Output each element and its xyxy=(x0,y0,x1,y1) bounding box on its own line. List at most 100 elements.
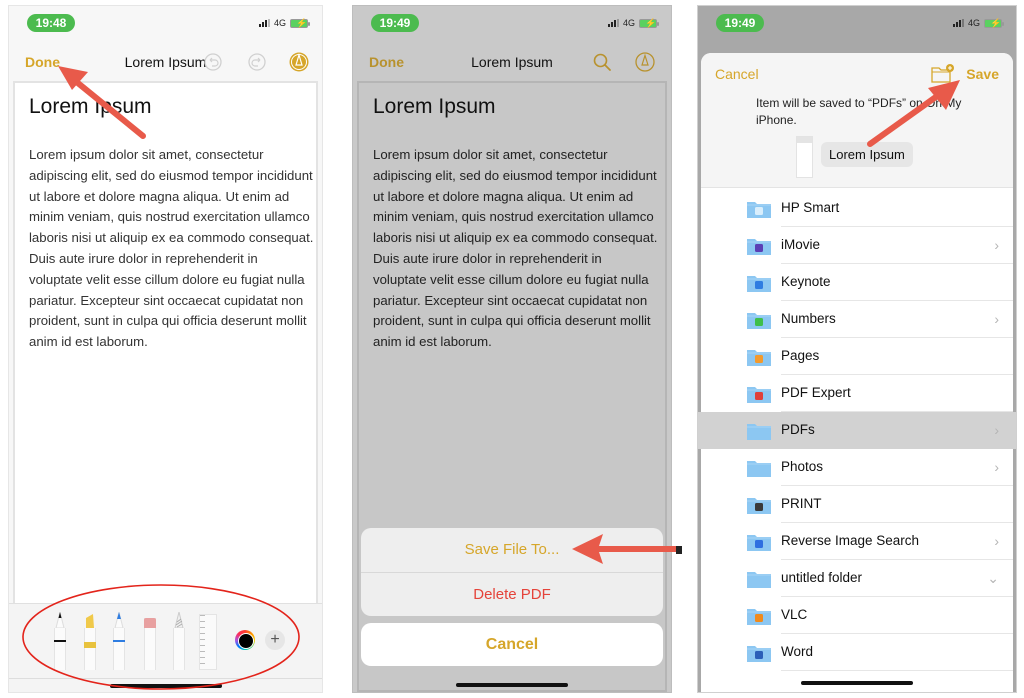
chevron-right-icon[interactable]: › xyxy=(994,459,999,475)
home-indicator xyxy=(801,681,913,685)
chevron-right-icon[interactable]: › xyxy=(994,311,999,327)
folder-name: untitled folder xyxy=(781,570,863,585)
folder-icon xyxy=(747,276,771,292)
chevron-right-icon[interactable]: › xyxy=(994,422,999,438)
page-title: Lorem Ipsum xyxy=(124,54,207,70)
folder-icon xyxy=(747,202,771,218)
document-heading: Lorem Ipsum xyxy=(29,95,152,118)
status-bar: 19:49 4G ⚡ xyxy=(353,14,671,34)
folder-icon xyxy=(747,572,771,588)
screen-save-to-files: 19:49 4G ⚡ Cancel Save Item will be save… xyxy=(697,5,1017,693)
folder-name: PDFs xyxy=(781,422,815,437)
status-time: 19:49 xyxy=(716,14,764,32)
chevron-right-icon[interactable]: › xyxy=(994,237,999,253)
folder-row[interactable]: PRINT xyxy=(701,486,1013,523)
save-header: Cancel Save Item will be saved to “PDFs”… xyxy=(701,53,1013,188)
add-tool-button[interactable]: + xyxy=(265,630,285,650)
save-button[interactable]: Save xyxy=(966,66,999,82)
search-icon[interactable] xyxy=(591,51,613,73)
save-destination-message: Item will be saved to “PDFs” on On My iP… xyxy=(756,96,962,127)
new-folder-icon[interactable] xyxy=(931,64,955,84)
document-heading: Lorem Ipsum xyxy=(373,95,496,118)
folder-icon xyxy=(747,498,771,514)
folder-name: Pages xyxy=(781,348,820,363)
chevron-right-icon[interactable]: › xyxy=(994,533,999,549)
battery-icon: ⚡ xyxy=(984,18,1004,28)
row-separator xyxy=(781,670,1013,671)
folder-icon xyxy=(747,350,771,366)
lasso-tool[interactable] xyxy=(172,612,186,670)
save-file-to-button[interactable]: Save File To... xyxy=(361,528,663,572)
folder-row[interactable]: Numbers › xyxy=(701,301,1013,338)
signal-icon xyxy=(607,19,619,27)
redo-icon[interactable] xyxy=(246,51,268,73)
markup-toolbar: + xyxy=(9,603,322,692)
network-label: 4G xyxy=(622,18,635,28)
battery-icon: ⚡ xyxy=(290,18,310,28)
color-picker[interactable] xyxy=(235,630,255,650)
folder-name: iMovie xyxy=(781,237,821,252)
folder-row[interactable]: iMovie › xyxy=(701,227,1013,264)
home-indicator xyxy=(109,684,222,688)
toolbar-divider xyxy=(9,678,322,679)
file-thumbnail xyxy=(796,136,813,178)
undo-icon[interactable] xyxy=(202,51,224,73)
folder-row[interactable]: Reverse Image Search › xyxy=(701,523,1013,560)
highlighter-tool[interactable] xyxy=(83,612,97,670)
cancel-button[interactable]: Cancel xyxy=(361,623,663,666)
home-indicator xyxy=(456,683,568,687)
chevron-down-icon[interactable]: ⌄ xyxy=(987,570,999,587)
folder-name: HP Smart xyxy=(781,200,840,215)
nav-bar: Done Lorem Ipsum xyxy=(9,46,322,80)
ruler-tool[interactable] xyxy=(199,612,217,670)
document-page: Lorem Ipsum Lorem ipsum dolor sit amet, … xyxy=(13,81,318,692)
status-bar: 19:49 4G ⚡ xyxy=(698,14,1016,34)
folder-name: Numbers xyxy=(781,311,836,326)
folder-row[interactable]: untitled folder ⌄ xyxy=(701,560,1013,597)
signal-icon xyxy=(952,19,964,27)
folder-row[interactable]: Pages xyxy=(701,338,1013,375)
network-label: 4G xyxy=(967,18,980,28)
save-sheet: Cancel Save Item will be saved to “PDFs”… xyxy=(698,53,1016,692)
folder-row[interactable]: Photos › xyxy=(701,449,1013,486)
network-label: 4G xyxy=(273,18,286,28)
folder-name: VLC xyxy=(781,607,808,622)
folder-name: PRINT xyxy=(781,496,822,511)
status-bar: 19:48 4G ⚡ xyxy=(9,14,322,34)
cancel-button[interactable]: Cancel xyxy=(715,66,759,82)
folder-icon xyxy=(747,609,771,625)
document-body: Lorem ipsum dolor sit amet, consectetur … xyxy=(373,147,658,350)
pen-tool[interactable] xyxy=(53,612,67,670)
folder-name: PDF Expert xyxy=(781,385,851,400)
folder-row[interactable]: Keynote xyxy=(701,264,1013,301)
folder-row[interactable]: PDFs › xyxy=(698,412,1016,449)
folder-name: Keynote xyxy=(781,274,831,289)
screen-markup-editor: 19:48 4G ⚡ Done Lorem Ipsum Lorem Ipsum … xyxy=(8,5,323,693)
eraser-tool[interactable] xyxy=(143,612,157,670)
folder-row[interactable]: VLC xyxy=(701,597,1013,634)
status-time: 19:48 xyxy=(27,14,75,32)
markup-pen-icon[interactable] xyxy=(288,51,310,73)
battery-icon: ⚡ xyxy=(639,18,659,28)
folder-icon xyxy=(747,461,771,477)
folder-name: Photos xyxy=(781,459,824,474)
folder-icon xyxy=(747,646,771,662)
folder-name: Word xyxy=(781,644,814,659)
delete-pdf-button[interactable]: Delete PDF xyxy=(361,572,663,616)
folder-row[interactable]: PDF Expert xyxy=(701,375,1013,412)
document-body: Lorem ipsum dolor sit amet, consectetur … xyxy=(29,147,314,350)
action-sheet: Save File To... Delete PDF xyxy=(361,528,663,616)
page-title: Lorem Ipsum xyxy=(471,54,553,70)
folder-icon xyxy=(747,535,771,551)
folder-row[interactable]: HP Smart xyxy=(701,190,1013,227)
markup-pen-icon[interactable] xyxy=(634,51,656,73)
folder-row[interactable]: Word xyxy=(701,634,1013,671)
folder-list: HP Smart iMovie › Keynote Numbers › Pages PDF E… xyxy=(698,190,1016,671)
folder-icon xyxy=(747,424,771,440)
filename-field[interactable]: Lorem Ipsum xyxy=(821,142,913,167)
folder-name: Reverse Image Search xyxy=(781,533,920,548)
status-time: 19:49 xyxy=(371,14,419,32)
pencil-blue-tool[interactable] xyxy=(112,612,126,670)
folder-icon xyxy=(747,239,771,255)
folder-icon xyxy=(747,387,771,403)
